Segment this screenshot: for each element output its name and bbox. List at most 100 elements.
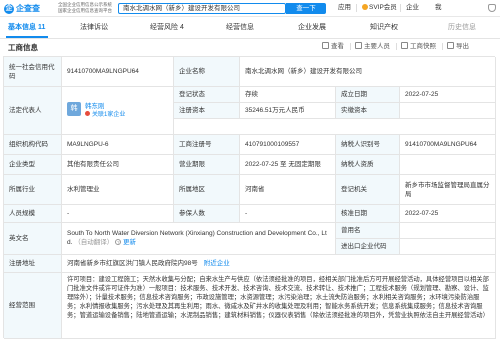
staff-value: - (62, 205, 174, 223)
search-input[interactable]: 南水北调水网（新乡）建设开发有限公司 (118, 3, 286, 14)
active-tab-indicator (6, 36, 48, 38)
tab-label: 知识产权 (370, 24, 398, 31)
credit-code-label: 统一社会信用代码 (4, 57, 62, 87)
address-value: 河南省新乡市红旗区洪门镇人民政府院内98号 附近企业 (62, 255, 496, 273)
tab-risk[interactable]: 经营风险 4 (150, 23, 184, 32)
company-name-value: 南水北调水网（新乡）建设开发有限公司 (240, 57, 496, 87)
export-label: 导出 (456, 43, 469, 50)
industry-label: 所属行业 (4, 175, 62, 205)
legal-rep-value: 韩 韩东刚 关联1家企业 (62, 87, 174, 135)
export-button[interactable]: 导出 (447, 42, 469, 51)
legal-rep-label: 法定代表人 (4, 87, 62, 135)
tab-label: 经营信息 (226, 24, 254, 31)
download-icon (447, 42, 454, 49)
former-name-label: 曾用名 (336, 223, 400, 239)
logo-icon: 企 (4, 3, 14, 14)
logo-text: 企查查 (16, 4, 40, 13)
search-button[interactable]: 查一下 (286, 3, 326, 14)
legal-rep-name[interactable]: 韩东刚 (85, 102, 125, 111)
scope-label: 经营范围 (4, 273, 62, 339)
toolbar-divider (350, 43, 351, 50)
business-info-table: 统一社会信用代码 91410700MA9LNGPU64 企业名称 南水北调水网（… (3, 56, 496, 339)
tab-development[interactable]: 企业发展 (298, 23, 326, 32)
tab-label: 经营风险 (150, 24, 178, 31)
slogan: 全国企业信用信息公示系统 国家企业信用信息查询平台 (58, 2, 112, 14)
legal-rep-related-text: 关联1家企业 (92, 111, 126, 118)
address-text: 河南省新乡市红旗区洪门镇人民政府院内98号 (67, 260, 198, 267)
reg-status-value: 存续 (240, 87, 336, 103)
taxpayer-id-label: 纳税人识别号 (336, 135, 400, 155)
legal-rep-block: 韩 韩东刚 关联1家企业 (67, 101, 126, 120)
site-logo[interactable]: 企 企查查 (4, 3, 40, 14)
org-code-value: MA9LNGPU-6 (62, 135, 174, 155)
key-people-label: 主要人员 (364, 43, 390, 50)
en-name-note: （自动翻译） (74, 239, 114, 246)
reg-authority-value: 新乡市市场监督管理局直属分局 (400, 175, 496, 205)
company-name-label: 企业名称 (174, 57, 240, 87)
biz-reg-no-label: 工商注册号 (174, 135, 240, 155)
svip-label: SVIP会员 (369, 4, 397, 11)
view-button[interactable]: 查看 (322, 42, 344, 51)
paid-capital-value (400, 103, 496, 119)
avatar: 韩 (67, 101, 81, 116)
slogan-line-2: 国家企业信用信息查询平台 (58, 8, 112, 13)
header-divider (400, 4, 401, 12)
import-export-label: 进出口企业代码 (336, 239, 400, 255)
tab-basic-info[interactable]: 基本信息 11 (8, 23, 45, 32)
credit-code-text[interactable]: 91410700MA9LNGPU64 (67, 67, 139, 76)
biz-term-value: 2022-07-25 至 无固定期限 (240, 155, 336, 175)
camera-icon (401, 42, 408, 49)
tab-operations[interactable]: 经营信息 (226, 23, 254, 32)
tab-label: 企业发展 (298, 24, 326, 31)
est-date-label: 成立日期 (336, 87, 400, 103)
header-divider (356, 4, 357, 12)
insured-value: - (240, 205, 336, 223)
tab-history[interactable]: 历史信息 (448, 23, 476, 32)
taxpayer-qual-value (400, 155, 496, 175)
tab-label: 基本信息 (8, 24, 36, 31)
company-type-value: 其他有限责任公司 (62, 155, 174, 175)
credit-code-value: 91410700MA9LNGPU64 (62, 57, 174, 87)
svip-link[interactable]: SVIP会员 (362, 4, 397, 12)
pin-icon[interactable] (488, 4, 496, 12)
search-input-value: 南水北调水网（新乡）建设开发有限公司 (123, 5, 240, 12)
reg-status-label: 登记状态 (174, 87, 240, 103)
tab-count: 4 (179, 24, 184, 31)
address-label: 注册地址 (4, 255, 62, 273)
approval-date-label: 核准日期 (336, 205, 400, 223)
company-type-label: 企业类型 (4, 155, 62, 175)
industry-value: 水利管理业 (62, 175, 174, 205)
taxpayer-id-value: 91410700MA9LNGPU64 (400, 135, 496, 155)
reg-capital-value: 35246.51万元人民币 (240, 103, 336, 119)
main-tabs: 基本信息 11 法律诉讼 经营风险 4 经营信息 企业发展 知识产权 历史信息 (0, 17, 500, 39)
section-title: 工商信息 (8, 43, 38, 52)
row-filler (174, 119, 496, 135)
eye-icon (322, 42, 329, 49)
biz-reg-no-value: 410791000109557 (240, 135, 336, 155)
people-icon (355, 42, 362, 49)
tab-legal[interactable]: 法律诉讼 (80, 23, 108, 32)
user-menu-link[interactable]: 我 (435, 4, 442, 12)
key-people-button[interactable]: 主要人员 (355, 42, 390, 51)
en-name-update-link[interactable]: 更新 (123, 239, 136, 246)
tab-count: 11 (37, 24, 46, 31)
import-export-value (400, 239, 496, 255)
toolbar-divider (442, 43, 443, 50)
biz-term-label: 营业期限 (174, 155, 240, 175)
reg-capital-label: 注册资本 (174, 103, 240, 119)
nearby-companies-link[interactable]: 附近企业 (204, 259, 230, 268)
scope-value: 许可项目：建设工程施工；天然水收集与分配；自来水生产与供应（依法须经批准的项目，… (62, 273, 496, 339)
related-icon (85, 110, 90, 116)
est-date-value: 2022-07-25 (400, 87, 496, 103)
taxpayer-qual-label: 纳税人资质 (336, 155, 400, 175)
enterprise-link[interactable]: 企业 (406, 4, 419, 12)
staff-label: 人员规模 (4, 205, 62, 223)
help-icon[interactable]: ? (115, 239, 122, 245)
svip-icon (362, 4, 368, 10)
tab-ip[interactable]: 知识产权 (370, 23, 398, 32)
tab-label: 法律诉讼 (80, 24, 108, 31)
snapshot-button[interactable]: 工商快照 (401, 42, 436, 51)
legal-rep-related-link[interactable]: 关联1家企业 (85, 110, 126, 120)
toolbar-divider (396, 43, 397, 50)
apps-link[interactable]: 应用 (338, 4, 351, 12)
